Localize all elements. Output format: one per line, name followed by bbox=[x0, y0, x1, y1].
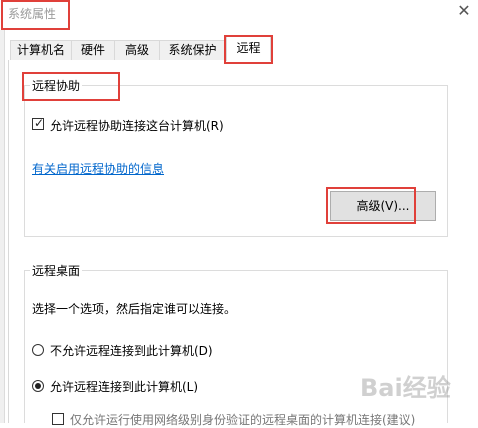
allow-remote-assistance-label[interactable]: 允许远程协助连接这台计算机(R) bbox=[50, 117, 224, 134]
tab-advanced[interactable]: 高级 bbox=[114, 40, 160, 60]
watermark: Bai经验 bbox=[360, 374, 451, 402]
highlight-title bbox=[1, 0, 70, 30]
remote-desktop-label: 远程桌面 bbox=[30, 262, 83, 279]
close-icon[interactable]: ✕ bbox=[455, 2, 473, 20]
highlight-advanced-button bbox=[326, 187, 416, 224]
left-edge bbox=[0, 30, 5, 423]
radio-disallow-remote-label[interactable]: 不允许远程连接到此计算机(D) bbox=[50, 342, 213, 359]
tab-computer-name[interactable]: 计算机名 bbox=[10, 40, 72, 60]
highlight-remote-tab bbox=[224, 35, 273, 64]
radio-allow-remote-label[interactable]: 允许远程连接到此计算机(L) bbox=[50, 378, 198, 395]
remote-desktop-instruction: 选择一个选项，然后指定谁可以连接。 bbox=[32, 302, 237, 316]
highlight-remote-assistance bbox=[22, 72, 120, 101]
checkmark-icon: ✓ bbox=[34, 116, 45, 130]
radio-disallow-remote[interactable] bbox=[32, 344, 44, 356]
allow-remote-assistance-checkbox[interactable]: ✓ bbox=[32, 116, 45, 130]
radio-selected-dot bbox=[35, 383, 41, 389]
tab-system-protection[interactable]: 系统保护 bbox=[159, 40, 226, 60]
nla-label[interactable]: 仅允许运行使用网络级别身份验证的远程桌面的计算机连接(建议) bbox=[70, 411, 470, 428]
radio-allow-remote[interactable] bbox=[32, 380, 44, 392]
tab-hardware[interactable]: 硬件 bbox=[71, 40, 115, 60]
nla-checkbox[interactable] bbox=[52, 413, 64, 425]
remote-assistance-info-link[interactable]: 有关启用远程协助的信息 bbox=[32, 160, 164, 177]
